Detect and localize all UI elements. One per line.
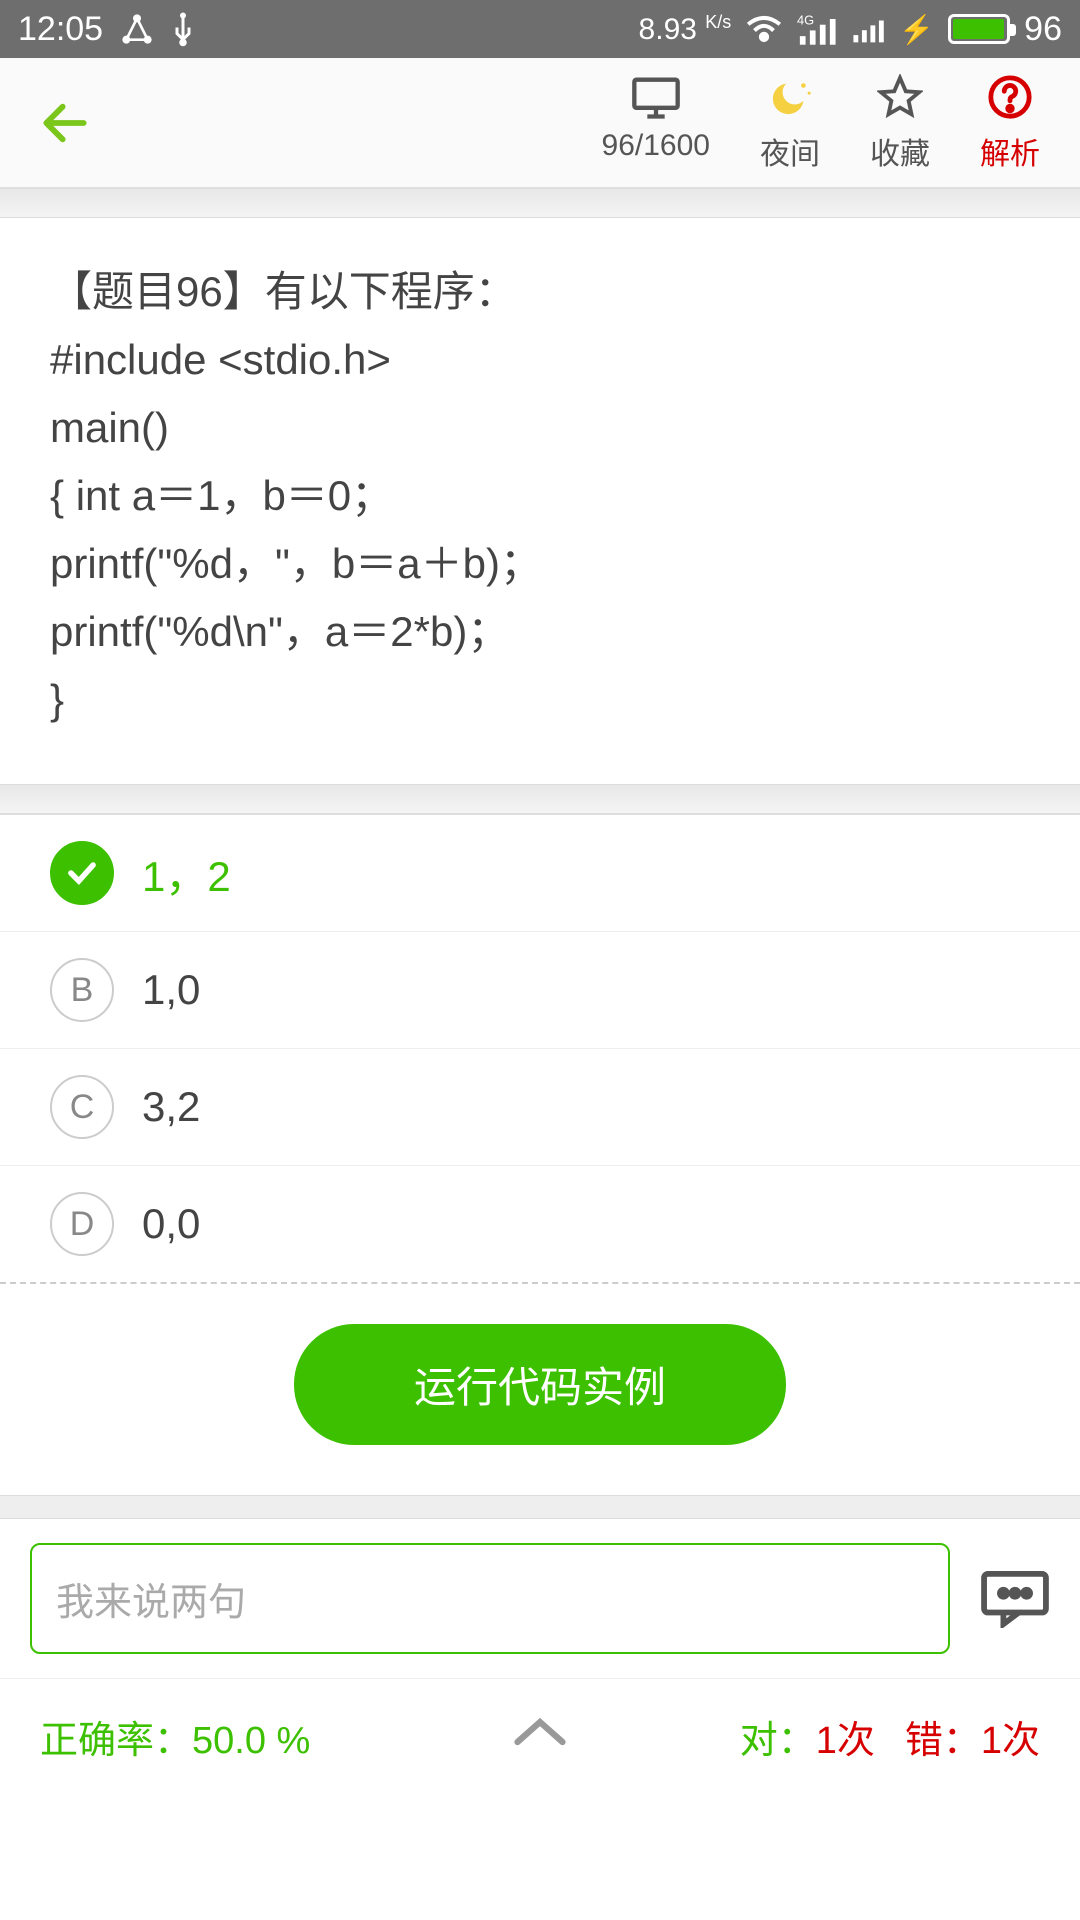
signal-4g-icon: 4G: [797, 13, 837, 45]
option-text: 1,0: [142, 966, 200, 1014]
monitor-icon: [630, 73, 682, 121]
progress-label: 96/1600: [602, 129, 710, 163]
status-bar: 12:05 8.93 K/s 4G ⚡ 96: [0, 0, 1080, 58]
question-line: #include <stdio.h>: [50, 326, 1030, 394]
question-line: printf("%d，"，b＝a＋b)；: [50, 530, 1030, 598]
option-badge: D: [50, 1192, 114, 1256]
option-a[interactable]: 1，2: [0, 814, 1080, 931]
option-c[interactable]: C 3,2: [0, 1048, 1080, 1165]
run-wrap: 运行代码实例: [0, 1284, 1080, 1495]
usb-icon: [171, 11, 195, 47]
divider: [0, 188, 1080, 218]
stats-right: 对：1次 错：1次: [740, 1709, 1040, 1764]
status-time: 12:05: [18, 10, 103, 49]
battery-percent: 96: [1024, 10, 1062, 49]
battery-icon: [948, 14, 1010, 44]
question-line: }: [50, 666, 1030, 734]
back-button[interactable]: [30, 88, 100, 158]
divider: [0, 1495, 1080, 1519]
comment-row: 我来说两句: [0, 1519, 1080, 1679]
night-label: 夜间: [760, 129, 820, 173]
correct-stat: 对：1次: [740, 1709, 875, 1764]
moon-icon: [767, 73, 813, 121]
night-mode-button[interactable]: 夜间: [760, 73, 820, 173]
analysis-button[interactable]: 解析: [980, 73, 1040, 173]
status-right: 8.93 K/s 4G ⚡ 96: [639, 10, 1062, 49]
progress-button[interactable]: 96/1600: [602, 73, 710, 173]
wifi-icon: [745, 14, 783, 44]
comment-input[interactable]: 我来说两句: [30, 1543, 950, 1654]
question-line: main(): [50, 394, 1030, 462]
status-left: 12:05: [18, 10, 195, 49]
option-text: 0,0: [142, 1200, 200, 1248]
comment-icon[interactable]: [980, 1570, 1050, 1628]
question-panel: 【题目96】有以下程序： #include <stdio.h> main() {…: [0, 218, 1080, 784]
accuracy-stat: 正确率：50.0 %: [40, 1709, 310, 1764]
question-circle-icon: [987, 73, 1033, 121]
analysis-label: 解析: [980, 129, 1040, 173]
favorite-label: 收藏: [870, 129, 930, 173]
question-line: printf("%d\n"，a＝2*b)；: [50, 598, 1030, 666]
option-text: 1，2: [142, 843, 231, 904]
expand-button[interactable]: [510, 1715, 570, 1758]
option-d[interactable]: D 0,0: [0, 1165, 1080, 1282]
check-icon: [50, 841, 114, 905]
option-text: 3,2: [142, 1083, 200, 1131]
favorite-button[interactable]: 收藏: [870, 73, 930, 173]
network-speed: 8.93 K/s: [639, 12, 732, 47]
option-b[interactable]: B 1,0: [0, 931, 1080, 1048]
question-line: 【题目96】有以下程序：: [50, 258, 1030, 326]
charging-icon: ⚡: [899, 13, 934, 46]
star-icon: [877, 73, 923, 121]
question-line: { int a＝1，b＝0；: [50, 462, 1030, 530]
divider: [0, 784, 1080, 814]
svg-text:4G: 4G: [797, 13, 814, 28]
stats-bar: 正确率：50.0 % 对：1次 错：1次: [0, 1679, 1080, 1798]
option-badge: B: [50, 958, 114, 1022]
toolbar: 96/1600 夜间 收藏 解析: [0, 58, 1080, 188]
options-list: 1，2 B 1,0 C 3,2 D 0,0: [0, 814, 1080, 1282]
share-icon: [121, 13, 153, 45]
signal-icon: [851, 13, 885, 45]
option-badge: C: [50, 1075, 114, 1139]
run-code-button[interactable]: 运行代码实例: [294, 1324, 786, 1445]
wrong-stat: 错：1次: [905, 1709, 1040, 1764]
